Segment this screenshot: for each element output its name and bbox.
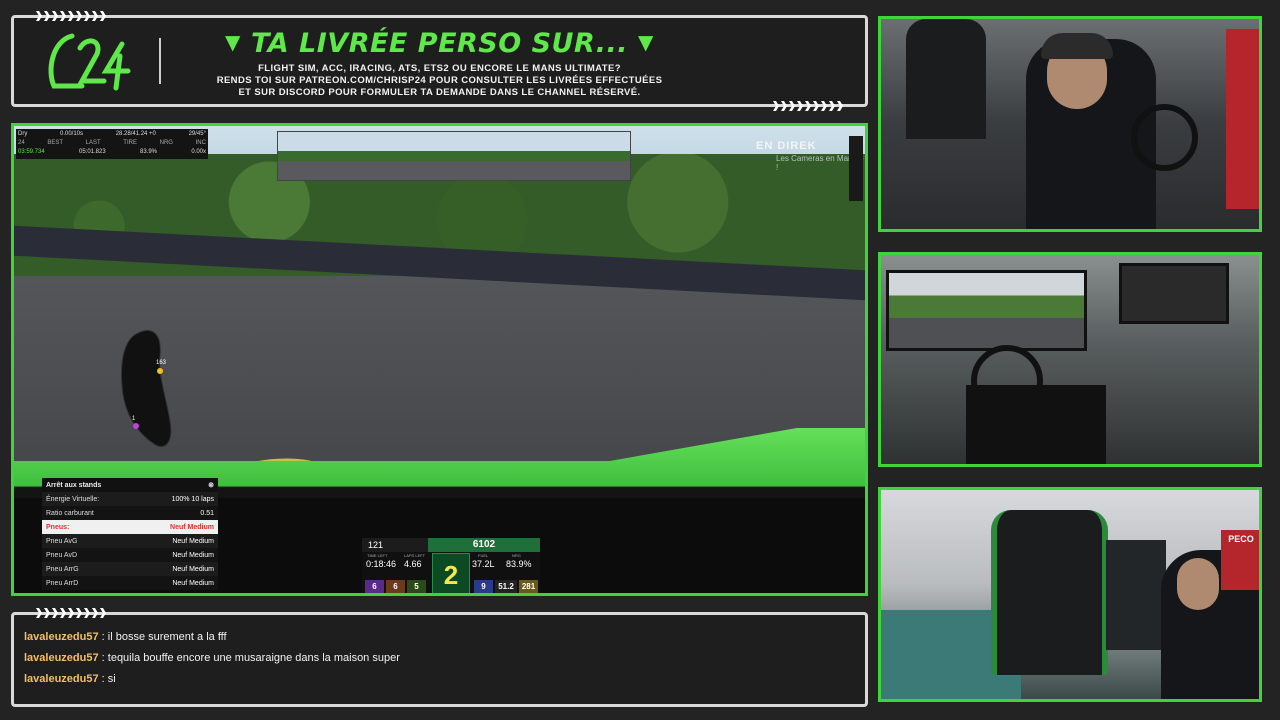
nrg-value: 83.9%: [140, 149, 158, 155]
track-minimap: 163 1: [121, 329, 172, 448]
gaming-chair: [906, 19, 986, 139]
chat-message: lavaleuzedu57 : tequila bouffe encore un…: [24, 652, 400, 664]
tc1-value: 6: [365, 580, 384, 593]
player-marker-icon: [157, 368, 163, 374]
monitor-right: [1119, 263, 1229, 324]
chat-username: lavaleuzedu57: [24, 652, 99, 664]
chat-panel: lavaleuzedu57 : il bosse surement a la f…: [11, 608, 868, 707]
banner-line-1: FLIGHT SIM, ACC, IRACING, ATS, ETS2 OU E…: [258, 63, 621, 74]
pit-menu-row[interactable]: Énergie Virtuelle: 100% 10 laps: [42, 492, 218, 506]
tc2-value: 6: [386, 580, 405, 593]
monitor-left: [886, 270, 1087, 351]
rear-view-mirror: [277, 131, 631, 181]
nrg-hud-label: NRG: [512, 553, 521, 558]
best-time: 03:59.734: [18, 149, 45, 155]
chevron-down-icon: ▼: [225, 30, 241, 54]
banner-title: ▼ TA LIVRÉE PERSO SUR... ▼: [14, 28, 865, 59]
rpm-value: 6102: [428, 538, 540, 552]
pit-stop-menu[interactable]: Arrêt aux stands ⊗ Énergie Virtuelle: 100%…: [42, 478, 218, 590]
gaming-chair: [991, 510, 1108, 675]
time-left-value: 0:18:46: [366, 559, 397, 569]
count-value: 29/45°: [188, 131, 206, 137]
telemetry-hud: 121 6102 TIME LEFT 0:18:46 LAPS LEFT 4.6…: [362, 538, 540, 593]
pit-menu-row-selected[interactable]: Pneus: Neuf Medium: [42, 520, 218, 534]
nrg-label: NRG: [159, 140, 173, 146]
chat-text: : il bosse surement a la fff: [101, 631, 227, 643]
abs-value: 9: [474, 580, 493, 593]
shelf: [1106, 540, 1166, 650]
flag-indicator: [849, 136, 863, 201]
timing-panel: Dry 0.00/10s 28.28/41.24 +0 29/45° 24 BE…: [16, 129, 208, 159]
webcam-cockpit: [878, 252, 1262, 467]
delta-value: 0.00/10s: [60, 131, 84, 137]
best-label: BEST: [47, 140, 63, 146]
webcam-driver: [878, 16, 1262, 232]
gear-indicator: 2: [432, 553, 470, 593]
pit-menu-row[interactable]: Pneu AvG Neuf Medium: [42, 534, 218, 548]
laps-left-value: 4.66: [404, 559, 422, 569]
chevrons-decoration: [36, 608, 106, 618]
bb-value: 51.2: [495, 580, 517, 593]
chevrons-decoration: [773, 101, 843, 111]
sign-board: PECO: [1221, 530, 1259, 590]
fuel-label: FUEL: [478, 553, 489, 558]
temps-value: 28.28/41.24 +0: [115, 131, 156, 137]
chat-message: lavaleuzedu57 : si: [24, 673, 116, 685]
laps-left-label: LAPS LEFT: [404, 553, 426, 558]
racing-seat: [966, 385, 1106, 464]
streamer-face: [1177, 558, 1219, 610]
position-value: 24: [18, 140, 25, 146]
chat-text: : si: [101, 673, 116, 685]
chevrons-decoration: [36, 11, 106, 21]
last-label: LAST: [85, 140, 101, 146]
weather-status: Dry: [18, 131, 28, 137]
chat-username: lavaleuzedu57: [24, 631, 99, 643]
banner-line-3: ET SUR DISCORD POUR FORMULER TA DEMANDE …: [238, 87, 641, 98]
speed-value: 121: [362, 538, 428, 552]
pit-menu-row[interactable]: Pneu ArrG Neuf Medium: [42, 562, 218, 576]
top-value: 281: [519, 580, 538, 593]
live-label: EN DIREK: [756, 140, 817, 152]
close-icon[interactable]: ⊗: [208, 481, 214, 489]
nrg-hud-value: 83.9%: [506, 559, 532, 569]
red-jacket: [1226, 29, 1259, 209]
pit-menu-row[interactable]: Ratio carburant 0.51: [42, 506, 218, 520]
beanie-hat: [1041, 33, 1113, 59]
stream-banner: ▼ TA LIVRÉE PERSO SUR... ▼ FLIGHT SIM, ACC…: [11, 11, 868, 111]
inc-value: 0.00x: [191, 149, 206, 155]
chat-message: lavaleuzedu57 : il bosse surement a la f…: [24, 631, 227, 643]
webcam-room: PECO: [878, 487, 1262, 702]
steering-wheel: [1131, 104, 1198, 171]
fuel-value: 37.2L: [472, 559, 495, 569]
opponent-marker-icon: [133, 423, 139, 429]
last-time: 05:01.823: [79, 149, 106, 155]
time-left-label: TIME LEFT: [367, 553, 388, 558]
inc-label: INC: [195, 140, 206, 146]
chat-username: lavaleuzedu57: [24, 673, 99, 685]
chat-text: : tequila bouffe encore une musaraigne d…: [101, 652, 400, 664]
minimap-label-top: 163: [156, 360, 167, 366]
pit-menu-title: Arrêt aux stands ⊗: [42, 478, 218, 492]
game-view: EN DIREK Les Cameras en Marche ! Dry 0.0…: [11, 123, 868, 596]
pit-menu-row[interactable]: Pneu ArrD Neuf Medium: [42, 576, 218, 590]
chevron-down-icon: ▼: [638, 30, 654, 54]
pit-menu-row[interactable]: Pneu AvD Neuf Medium: [42, 548, 218, 562]
banner-title-text: TA LIVRÉE PERSO SUR...: [250, 28, 629, 59]
tire-label: TIRE: [123, 140, 137, 146]
banner-line-2: RENDS TOI SUR PATREON.COM/CHRISP24 POUR …: [216, 75, 663, 86]
tc3-value: 5: [407, 580, 426, 593]
